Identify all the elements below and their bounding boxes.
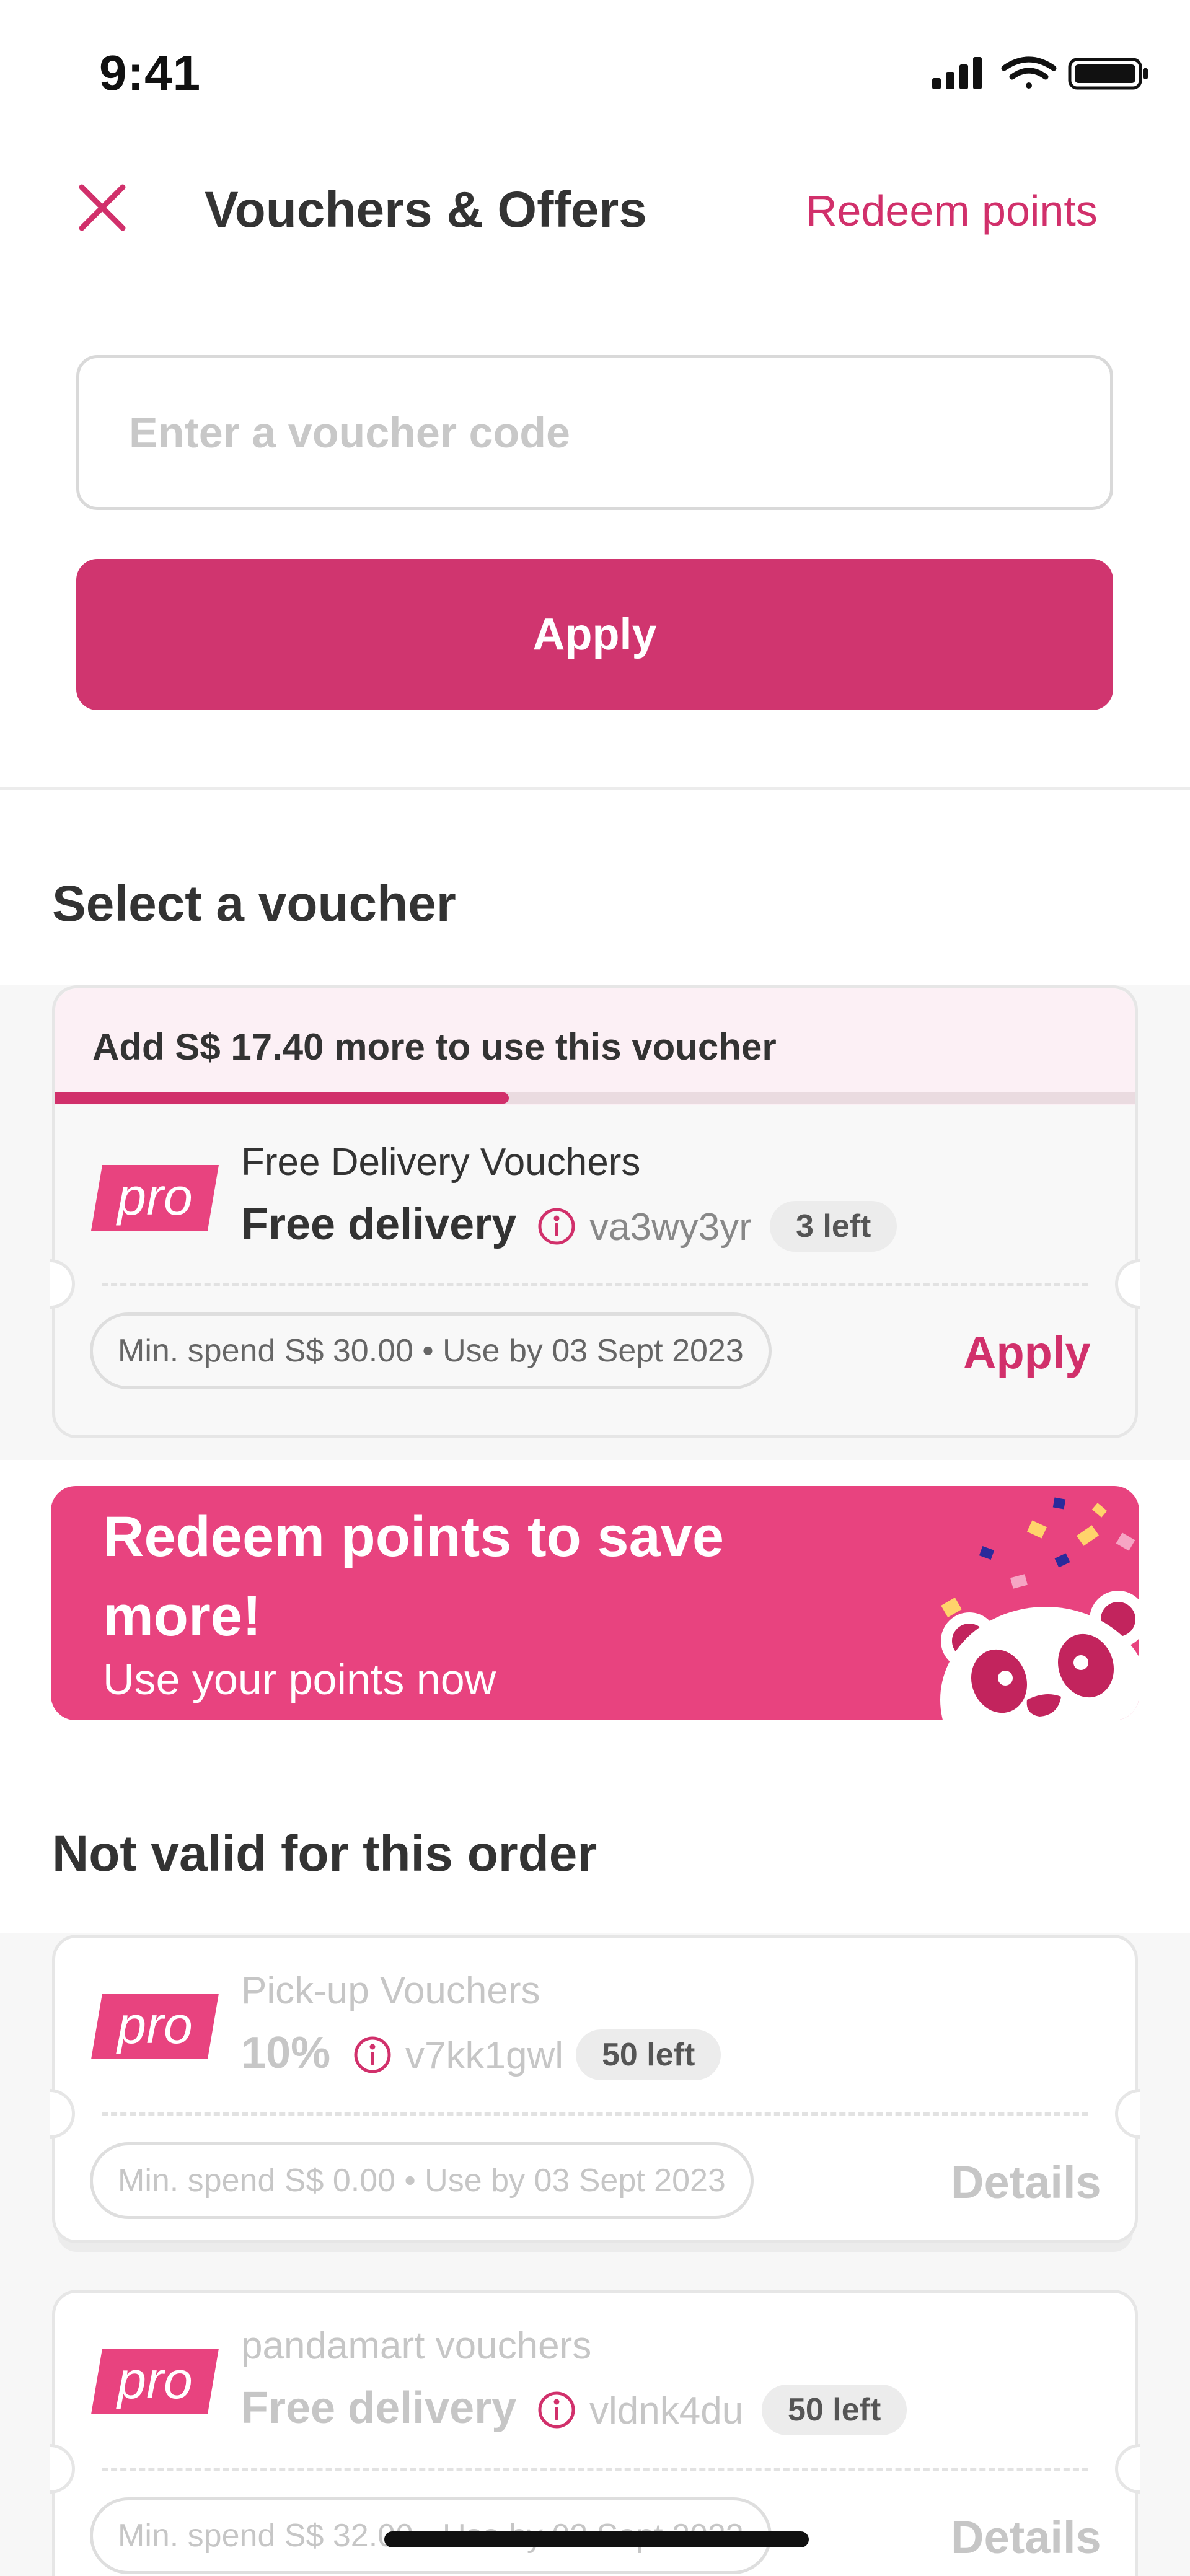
voucher-type: Pick-up Vouchers xyxy=(241,1969,540,2012)
pro-logo: pro xyxy=(91,2349,219,2414)
voucher-progress-text: Add S$ 17.40 more to use this voucher xyxy=(92,1026,777,1068)
pro-logo: pro xyxy=(91,1994,219,2059)
voucher-type: Free Delivery Vouchers xyxy=(241,1141,641,1184)
apply-voucher-button[interactable]: Apply xyxy=(76,559,1113,710)
voucher-code-input[interactable] xyxy=(76,355,1113,510)
voucher-type: pandamart vouchers xyxy=(241,2324,592,2367)
wifi-icon xyxy=(1001,56,1057,89)
voucher-code: v7kk1gwl xyxy=(405,2034,563,2077)
section-divider xyxy=(0,787,1190,790)
voucher-progress-fill xyxy=(55,1092,509,1104)
voucher-progress-header: Add S$ 17.40 more to use this voucher xyxy=(55,988,1135,1105)
home-indicator xyxy=(384,2531,809,2547)
banner-title: Redeem points to save more! xyxy=(103,1505,725,1648)
info-icon[interactable] xyxy=(537,1207,576,1246)
status-time: 9:41 xyxy=(99,45,201,100)
info-icon[interactable] xyxy=(537,2390,576,2430)
card-notch-left xyxy=(50,1259,75,1309)
voucher-code: vldnk4du xyxy=(589,2389,744,2432)
card-notch-right xyxy=(1115,2444,1140,2494)
voucher-code: va3wy3yr xyxy=(589,1206,752,1249)
card-separator xyxy=(102,1283,1088,1286)
card-separator xyxy=(102,2468,1088,2471)
panda-mascot-icon xyxy=(940,1497,1139,1720)
close-icon[interactable] xyxy=(74,180,130,235)
svg-text:pro: pro xyxy=(115,1996,192,2054)
info-icon[interactable] xyxy=(353,2035,392,2075)
battery-icon xyxy=(1068,58,1148,90)
remaining-badge: 50 left xyxy=(762,2385,907,2435)
not-valid-heading: Not valid for this order xyxy=(52,1826,597,1882)
card-notch-left xyxy=(50,2444,75,2494)
voucher-conditions: Min. spend S$ 0.00 • Use by 03 Sept 2023 xyxy=(90,2142,754,2219)
voucher-value: Free delivery xyxy=(241,2383,517,2433)
redeem-points-banner[interactable]: Redeem points to save more! Use your poi… xyxy=(51,1486,1139,1720)
card-notch-right xyxy=(1115,2089,1140,2139)
signal-icon xyxy=(932,57,982,89)
voucher-value: Free delivery xyxy=(241,1200,517,1249)
card-notch-left xyxy=(50,2089,75,2139)
status-icons xyxy=(932,56,1148,90)
page-title: Vouchers & Offers xyxy=(205,182,647,238)
card-notch-right xyxy=(1115,1259,1140,1309)
details-button[interactable]: Details xyxy=(951,2156,1101,2209)
voucher-card[interactable]: Add S$ 17.40 more to use this voucher pr… xyxy=(50,985,1140,1438)
select-voucher-heading: Select a voucher xyxy=(52,876,456,932)
invalid-voucher-card[interactable]: pro Pick-up Vouchers 10% v7kk1gwl 50 lef… xyxy=(50,1935,1140,2243)
redeem-points-link[interactable]: Redeem points xyxy=(806,186,1098,235)
card-separator xyxy=(102,2112,1088,2116)
pro-logo: pro xyxy=(91,1165,219,1231)
details-button[interactable]: Details xyxy=(951,2511,1101,2564)
svg-text:pro: pro xyxy=(115,2351,192,2409)
voucher-progress-bar xyxy=(55,1092,1135,1104)
voucher-conditions: Min. spend S$ 30.00 • Use by 03 Sept 202… xyxy=(90,1312,772,1389)
remaining-badge: 50 left xyxy=(576,2029,721,2080)
banner-subtitle: Use your points now xyxy=(103,1655,496,1703)
voucher-value: 10% xyxy=(241,2028,331,2078)
apply-card-button[interactable]: Apply xyxy=(963,1326,1091,1379)
svg-text:pro: pro xyxy=(115,1167,192,1226)
remaining-badge: 3 left xyxy=(770,1201,897,1252)
